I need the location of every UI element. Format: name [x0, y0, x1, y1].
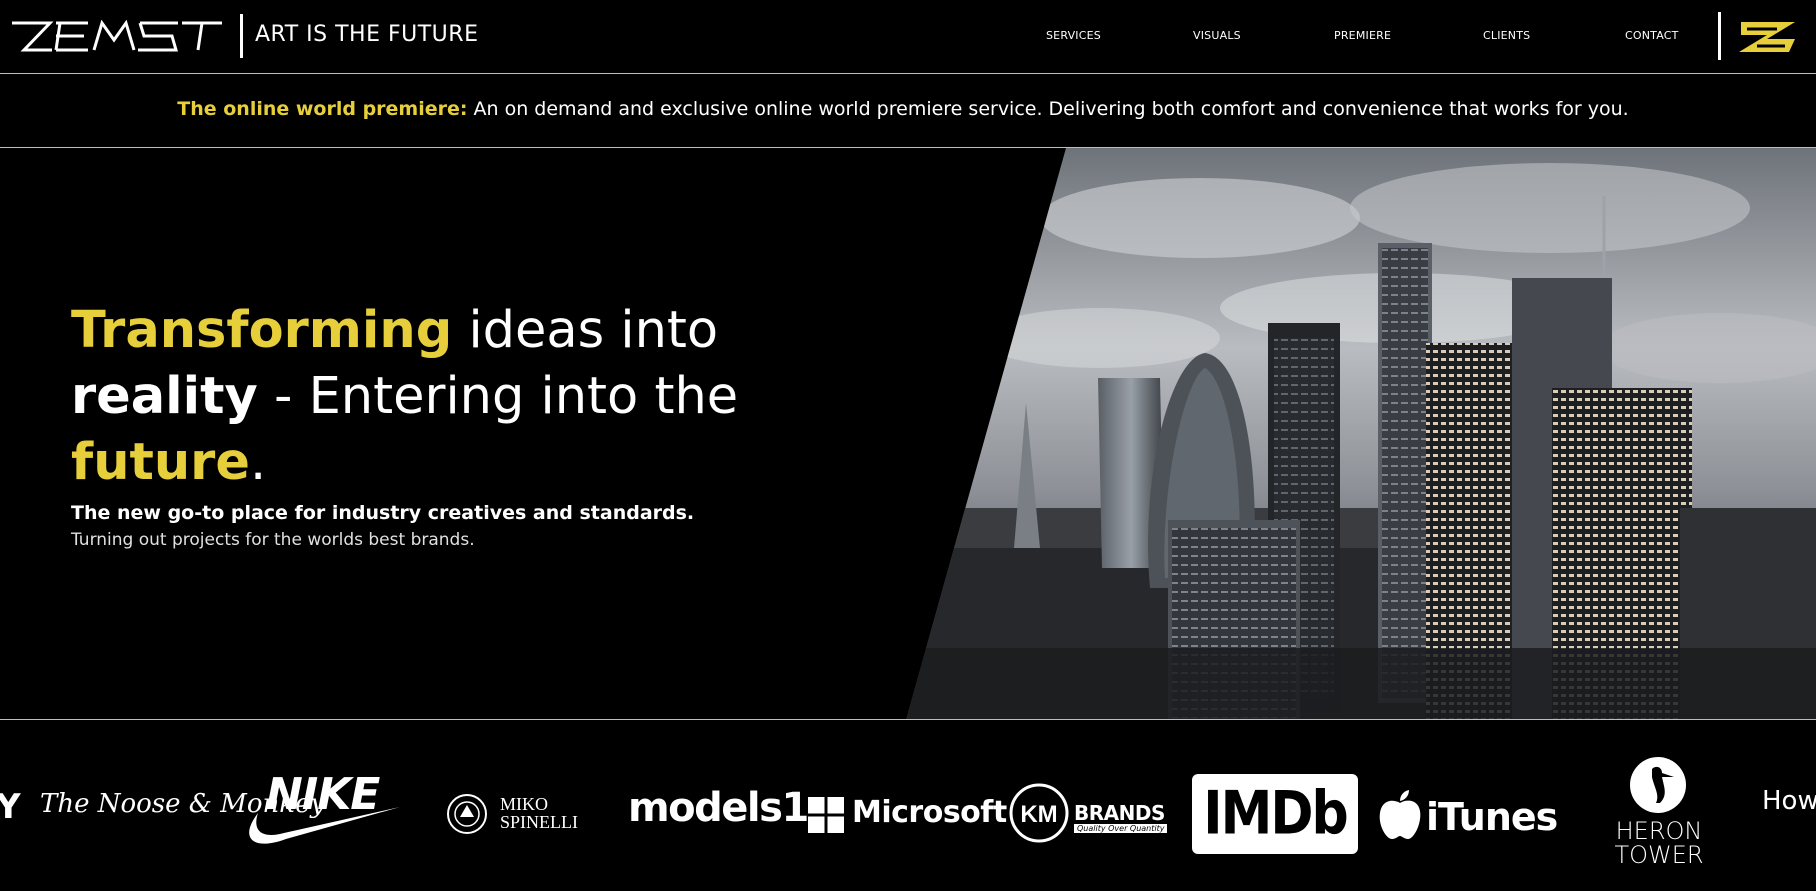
client-logo-nike: NIKE [244, 769, 404, 849]
km-brands-text: BRANDS [1074, 801, 1165, 825]
nav-clients[interactable]: CLIENTS [1483, 29, 1530, 42]
miko-spinelli-text: MIKO SPINELLI [500, 794, 578, 832]
headline-accent-transforming: Transforming [71, 301, 453, 360]
svg-text:KM: KM [1020, 801, 1057, 828]
nav-premiere[interactable]: PREMIERE [1334, 29, 1391, 42]
z-logo-icon[interactable] [1737, 19, 1799, 55]
km-circle-icon: KM [1009, 783, 1069, 843]
client-logo-heron-tower: HERON TOWER [1596, 757, 1722, 873]
itunes-text: iTunes [1426, 795, 1558, 839]
client-logo-imdb: IMDb [1192, 774, 1358, 854]
microsoft-grid-icon [808, 797, 844, 833]
site-header: ART IS THE FUTURE SERVICES VISUALS PREMI… [0, 0, 1816, 74]
nav-divider [1718, 12, 1721, 60]
announcement-label: The online world premiere: [177, 98, 468, 120]
announcement-body: An on demand and exclusive online world … [467, 98, 1629, 120]
km-brands-tagline: Quality Over Quantity [1074, 824, 1168, 833]
announcement-bar: The online world premiere: An on demand … [0, 74, 1816, 148]
heron-tower-text: HERON TOWER [1614, 817, 1704, 869]
hero-subheading: The new go-to place for industry creativ… [71, 502, 695, 524]
heron-bird-icon [1630, 757, 1686, 813]
client-logo-partial-how: How [1762, 786, 1816, 816]
miko-crest-icon [447, 794, 487, 834]
headline-accent-future: future [71, 433, 250, 492]
apple-icon [1379, 790, 1421, 839]
nav-contact[interactable]: CONTACT [1625, 29, 1679, 42]
microsoft-text: Microsoft [852, 795, 1007, 830]
zems-logo[interactable] [10, 20, 226, 54]
headline-reality: reality [71, 367, 258, 426]
imdb-text: IMDb [1203, 779, 1348, 849]
nav-services[interactable]: SERVICES [1046, 29, 1101, 42]
client-logo-km-brands: KM BRANDS Quality Over Quantity [1008, 783, 1168, 843]
hero-section: Transforming ideas into reality - Enteri… [0, 148, 1816, 720]
client-logo-miko-spinelli: MIKO SPINELLI [446, 791, 586, 837]
hero-headline: Transforming ideas into reality - Enteri… [71, 298, 791, 496]
headline-period: . [249, 433, 267, 492]
announcement-text: The online world premiere: An on demand … [0, 98, 1806, 120]
client-logo-itunes: iTunes [1378, 787, 1558, 847]
client-logo-models1: models1 [628, 785, 809, 831]
client-logo-partial-y: Y [0, 787, 21, 827]
headline-line1: ideas into [452, 301, 719, 360]
logo-divider [240, 14, 243, 58]
nike-swoosh-icon [249, 807, 400, 844]
hero-description: Turning out projects for the worlds best… [71, 530, 475, 550]
client-logo-strip: Y The Noose & Monkey NIKE MIKO SPINELLI … [0, 721, 1816, 891]
client-logo-microsoft: Microsoft [808, 795, 1007, 835]
nav-visuals[interactable]: VISUALS [1193, 29, 1241, 42]
site-tagline: ART IS THE FUTURE [255, 22, 479, 47]
headline-line2: - Entering into the [257, 367, 739, 426]
